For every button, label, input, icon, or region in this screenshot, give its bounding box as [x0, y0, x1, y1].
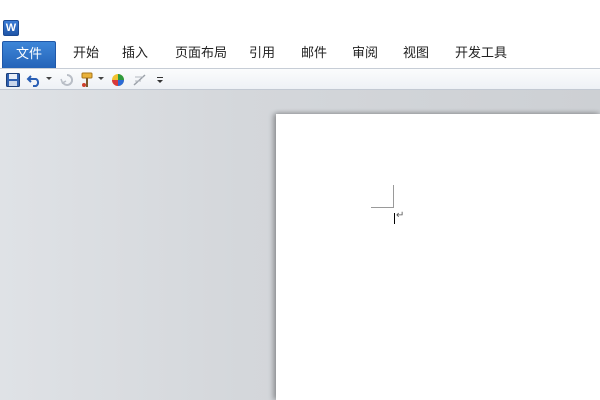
paragraph-mark: ↵ [396, 210, 405, 221]
drawing-icon[interactable] [131, 72, 149, 88]
painter-dropdown-arrow-icon[interactable] [98, 77, 104, 80]
tab-references[interactable]: 引用 [245, 41, 279, 68]
undo-icon[interactable] [25, 72, 43, 88]
undo-dropdown-arrow-icon[interactable] [46, 77, 52, 80]
text-cursor [394, 213, 395, 224]
margin-corner-mark-vertical [393, 185, 394, 208]
customize-toolbar-icon[interactable] [155, 72, 165, 88]
tab-file[interactable]: 文件 [2, 41, 56, 68]
save-icon[interactable] [5, 72, 21, 88]
tab-mailings[interactable]: 邮件 [297, 41, 331, 68]
tab-developer[interactable]: 开发工具 [451, 41, 511, 68]
tab-page-layout[interactable]: 页面布局 [171, 41, 231, 68]
title-bar: W [0, 0, 600, 40]
margin-corner-mark-horizontal [371, 207, 393, 208]
tab-review[interactable]: 审阅 [348, 41, 382, 68]
redo-icon[interactable] [59, 72, 75, 88]
format-painter-icon[interactable] [78, 72, 96, 88]
word-app-icon[interactable]: W [3, 20, 19, 36]
color-icon[interactable] [110, 72, 126, 88]
ribbon-tab-bar: 文件 开始 插入 页面布局 引用 邮件 审阅 视图 开发工具 [0, 40, 600, 68]
tab-home[interactable]: 开始 [69, 41, 103, 68]
tab-insert[interactable]: 插入 [118, 41, 152, 68]
document-page[interactable] [276, 114, 600, 400]
quick-access-toolbar [0, 68, 600, 90]
tab-view[interactable]: 视图 [399, 41, 433, 68]
